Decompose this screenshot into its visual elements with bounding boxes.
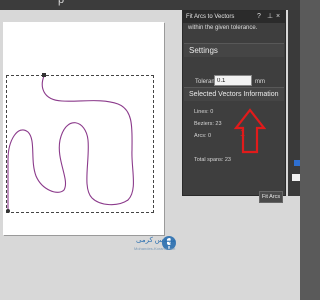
arcs-count: Arcs: 0 (194, 133, 212, 139)
total-spans: Total spans: 23 (194, 157, 231, 163)
annotation-arrow: 1 (233, 108, 266, 154)
pin-icon[interactable]: ⊥ (267, 11, 273, 23)
info-header[interactable]: Selected Vectors Information (184, 87, 284, 101)
fit-arcs-button[interactable]: Fit Arcs (259, 191, 283, 203)
start-node[interactable] (42, 73, 46, 77)
lines-count: Lines: 0 (194, 109, 214, 115)
help-icon[interactable]: ? (257, 11, 261, 23)
end-node[interactable] (6, 209, 10, 213)
tolerance-input[interactable] (214, 75, 252, 86)
panel-title-bar: Fit Arcs to Vectors ? ⊥ × (183, 11, 285, 23)
tolerance-unit: mm (255, 79, 265, 85)
watermark-url: Mohandes-Korami.com (134, 246, 176, 251)
right-side-strip (288, 10, 300, 196)
settings-header[interactable]: Settings (184, 43, 284, 57)
fit-arcs-panel: Fit Arcs to Vectors ? ⊥ × within the giv… (182, 10, 286, 203)
close-icon[interactable]: × (276, 11, 280, 23)
panel-intro-text: within the given tolerance. (188, 25, 258, 31)
arrow-number: 1 (240, 128, 245, 138)
side-white-chip[interactable] (292, 174, 300, 181)
vector-path[interactable] (7, 75, 134, 211)
beziers-count: Beziers: 23 (194, 121, 222, 127)
watermark-text: مهندس کرمی (136, 237, 177, 244)
panel-title: Fit Arcs to Vectors (186, 14, 235, 20)
side-color-chip[interactable] (294, 160, 300, 166)
